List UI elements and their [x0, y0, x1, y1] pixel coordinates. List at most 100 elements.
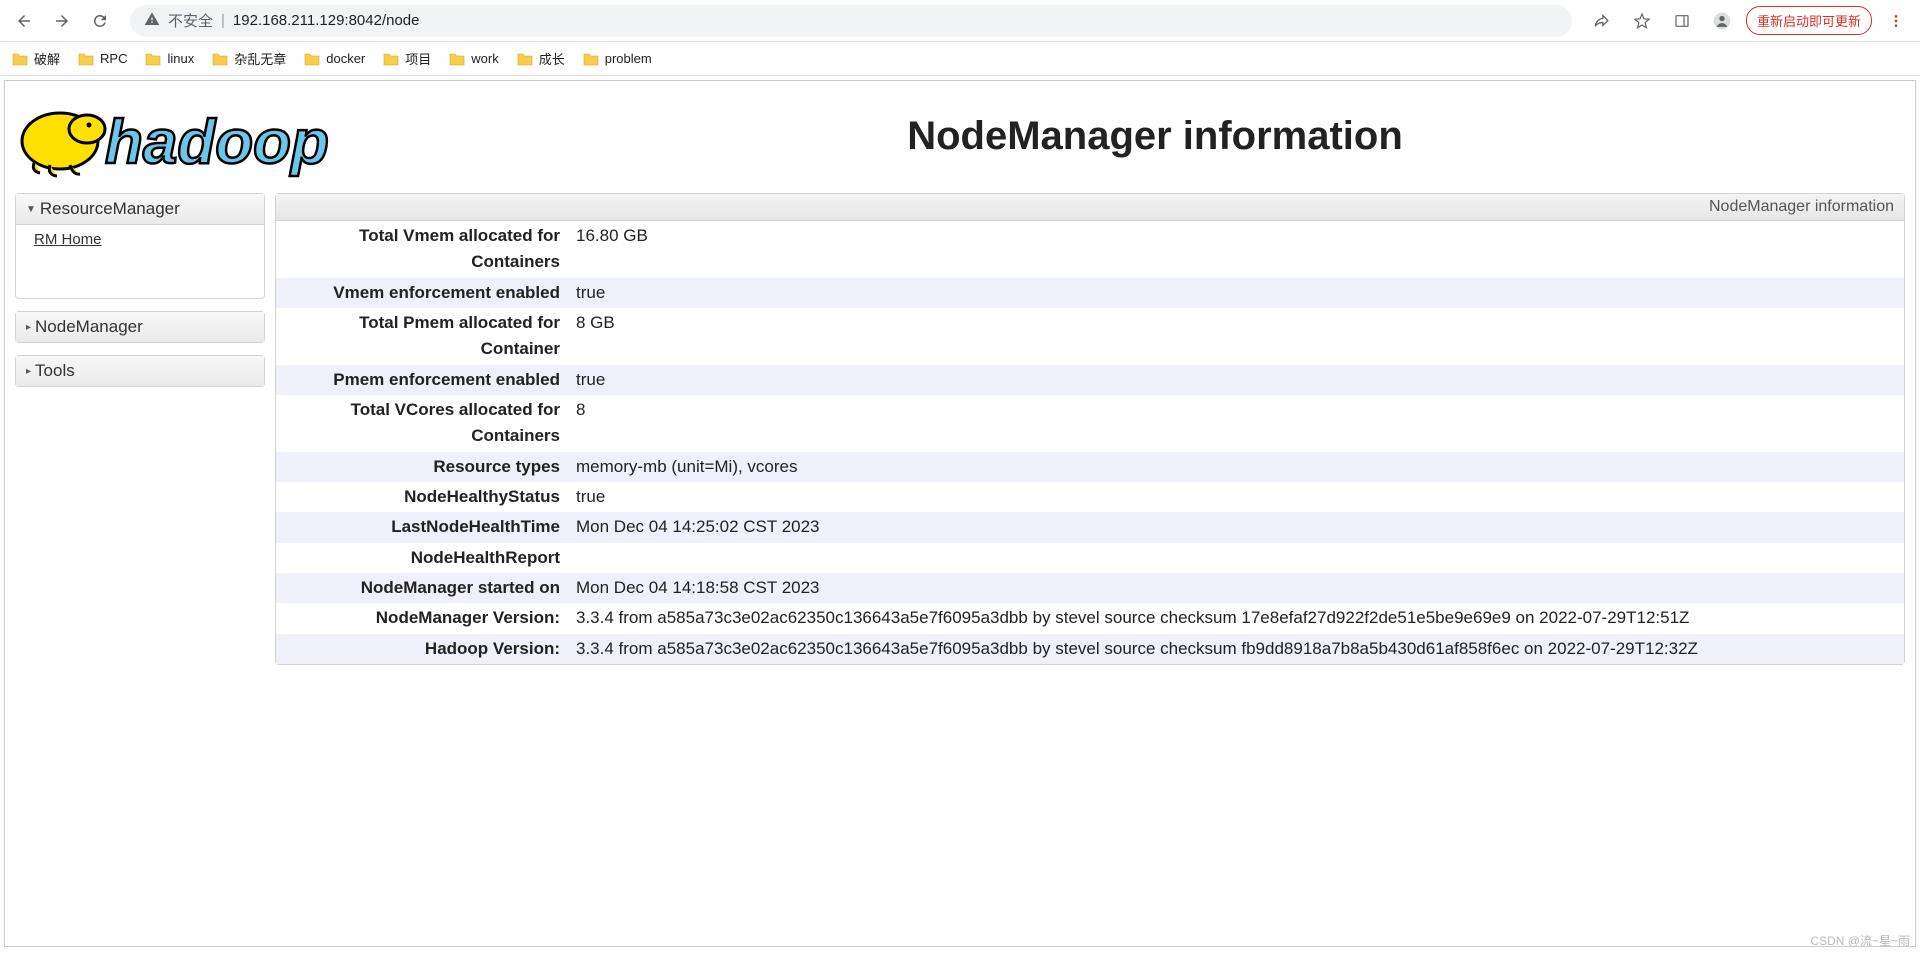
table-row: Pmem enforcement enabledtrue	[276, 365, 1904, 395]
table-row: Total Vmem allocated for Containers16.80…	[276, 221, 1904, 278]
row-value: 8	[568, 395, 1904, 452]
bookmark-item[interactable]: 破解	[12, 49, 60, 68]
panel-button[interactable]	[1666, 5, 1698, 37]
page-header: hadoop NodeManager information	[5, 81, 1915, 183]
content: ▼ ResourceManager RM Home ▸ NodeManager …	[5, 183, 1915, 675]
row-label: NodeManager started on	[276, 573, 568, 603]
sidebar-panel-resourcemanager: ▼ ResourceManager RM Home	[15, 193, 265, 299]
browser-toolbar: 不安全 | 192.168.211.129:8042/node 重新启动即可更新	[0, 0, 1920, 42]
row-value: Mon Dec 04 14:18:58 CST 2023	[568, 573, 1904, 603]
bookmark-label: 项目	[405, 49, 431, 68]
row-label: Vmem enforcement enabled	[276, 278, 568, 308]
sidebar-header-resourcemanager[interactable]: ▼ ResourceManager	[16, 194, 264, 225]
table-row: Resource typesmemory-mb (unit=Mi), vcore…	[276, 452, 1904, 482]
chevron-right-icon: ▸	[26, 366, 31, 377]
folder-icon	[583, 52, 599, 66]
row-value: true	[568, 278, 1904, 308]
forward-button[interactable]	[46, 5, 78, 37]
folder-icon	[383, 52, 399, 66]
row-value: 8 GB	[568, 308, 1904, 365]
chevron-right-icon: ▸	[26, 322, 31, 333]
folder-icon	[78, 52, 94, 66]
folder-icon	[12, 52, 28, 66]
row-label: NodeHealthReport	[276, 543, 568, 573]
row-label: Hadoop Version:	[276, 634, 568, 664]
share-icon	[1593, 12, 1610, 29]
reload-icon	[91, 12, 109, 30]
table-row: LastNodeHealthTimeMon Dec 04 14:25:02 CS…	[276, 512, 1904, 542]
table-row: Vmem enforcement enabledtrue	[276, 278, 1904, 308]
row-label: Total Pmem allocated for Container	[276, 308, 568, 365]
back-button[interactable]	[8, 5, 40, 37]
info-table-body: Total Vmem allocated for Containers16.80…	[276, 221, 1904, 664]
sidebar-label-tools: Tools	[35, 361, 75, 381]
folder-icon	[517, 52, 533, 66]
update-button[interactable]: 重新启动即可更新	[1746, 6, 1872, 35]
bookmark-item[interactable]: RPC	[78, 51, 127, 66]
bookmarks-bar: 破解 RPC linux 杂乱无章 docker 项目 work 成长 problem	[0, 42, 1920, 76]
row-value: 16.80 GB	[568, 221, 1904, 278]
row-label: LastNodeHealthTime	[276, 512, 568, 542]
arrow-left-icon	[15, 12, 33, 30]
page-body: hadoop NodeManager information ▼ Resourc…	[4, 80, 1916, 947]
chevron-down-icon: ▼	[26, 204, 36, 215]
row-label: Resource types	[276, 452, 568, 482]
person-icon	[1712, 11, 1732, 31]
profile-button[interactable]	[1706, 5, 1738, 37]
main-panel-header: NodeManager information	[276, 194, 1904, 221]
hadoop-logo: hadoop	[15, 91, 385, 181]
row-value: memory-mb (unit=Mi), vcores	[568, 452, 1904, 482]
table-row: NodeHealthyStatustrue	[276, 482, 1904, 512]
bookmark-item[interactable]: 杂乱无章	[212, 49, 286, 68]
bookmark-item[interactable]: work	[449, 51, 498, 66]
address-bar[interactable]: 不安全 | 192.168.211.129:8042/node	[130, 5, 1572, 37]
sidebar-body-resourcemanager: RM Home	[16, 225, 264, 298]
url-text: 192.168.211.129:8042/node	[233, 12, 420, 29]
bookmark-star-button[interactable]	[1626, 5, 1658, 37]
bookmark-label: work	[471, 51, 498, 66]
table-row: NodeManager started onMon Dec 04 14:18:5…	[276, 573, 1904, 603]
bookmark-item[interactable]: linux	[145, 51, 194, 66]
row-value: true	[568, 365, 1904, 395]
table-row: NodeHealthReport	[276, 543, 1904, 573]
row-label: Pmem enforcement enabled	[276, 365, 568, 395]
rm-home-link[interactable]: RM Home	[34, 231, 102, 248]
star-icon	[1633, 12, 1651, 30]
menu-button[interactable]	[1880, 5, 1912, 37]
bookmark-item[interactable]: docker	[304, 51, 365, 66]
svg-text:hadoop: hadoop	[105, 108, 329, 177]
warning-icon	[144, 11, 160, 30]
sidebar-label-nodemanager: NodeManager	[35, 317, 143, 337]
insecure-label: 不安全	[168, 10, 213, 31]
more-vert-icon	[1888, 13, 1904, 29]
row-value	[568, 543, 1904, 573]
info-table: Total Vmem allocated for Containers16.80…	[276, 221, 1904, 664]
sidebar-panel-nodemanager: ▸ NodeManager	[15, 311, 265, 343]
folder-icon	[145, 52, 161, 66]
url-divider: |	[221, 12, 225, 29]
bookmark-label: 杂乱无章	[234, 49, 286, 68]
page-title: NodeManager information	[405, 114, 1905, 159]
main-panel: NodeManager information Total Vmem alloc…	[275, 193, 1905, 665]
sidebar-label-resourcemanager: ResourceManager	[40, 199, 180, 219]
bookmark-item[interactable]: 成长	[517, 49, 565, 68]
sidebar-header-nodemanager[interactable]: ▸ NodeManager	[16, 312, 264, 342]
row-label: NodeHealthyStatus	[276, 482, 568, 512]
row-value: 3.3.4 from a585a73c3e02ac62350c136643a5e…	[568, 603, 1904, 633]
bookmark-item[interactable]: 项目	[383, 49, 431, 68]
folder-icon	[449, 52, 465, 66]
sidebar-header-tools[interactable]: ▸ Tools	[16, 356, 264, 386]
bookmark-label: 破解	[34, 49, 60, 68]
bookmark-label: RPC	[100, 51, 127, 66]
bookmark-item[interactable]: problem	[583, 51, 652, 66]
row-label: Total VCores allocated for Containers	[276, 395, 568, 452]
panel-icon	[1674, 13, 1690, 29]
arrow-right-icon	[53, 12, 71, 30]
row-value: 3.3.4 from a585a73c3e02ac62350c136643a5e…	[568, 634, 1904, 664]
bookmark-label: 成长	[539, 49, 565, 68]
reload-button[interactable]	[84, 5, 116, 37]
row-value: Mon Dec 04 14:25:02 CST 2023	[568, 512, 1904, 542]
share-button[interactable]	[1586, 5, 1618, 37]
bookmark-label: problem	[605, 51, 652, 66]
sidebar: ▼ ResourceManager RM Home ▸ NodeManager …	[15, 193, 265, 665]
